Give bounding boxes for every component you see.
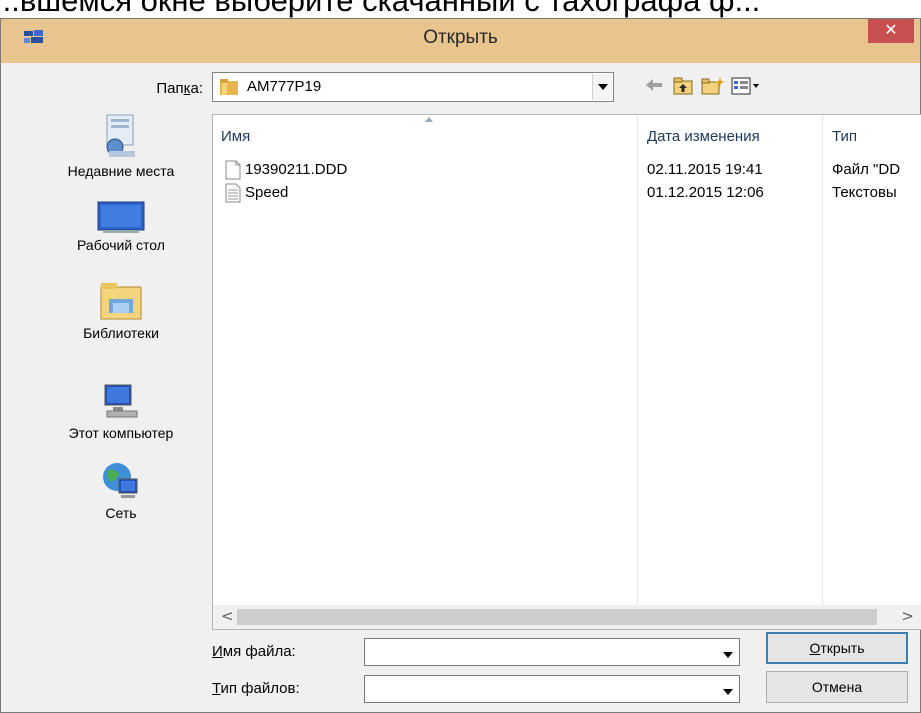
filename-label: Имя файла: (212, 643, 296, 660)
file-type: Текстовы (832, 184, 897, 201)
column-header-name[interactable]: Имя (221, 128, 250, 145)
file-list[interactable]: Имя Дата изменения Тип 19390211.DDD 02.1… (212, 114, 921, 630)
filename-combo[interactable] (364, 638, 740, 666)
scroll-right-button[interactable]: > (901, 607, 914, 625)
file-row[interactable]: 19390211.DDD 02.11.2015 19:41 Файл "DD (213, 159, 921, 181)
place-desktop[interactable]: Рабочий стол (41, 201, 201, 253)
folder-icon (220, 79, 238, 95)
folder-label: Папка: (156, 80, 203, 97)
place-computer[interactable]: Этот компьютер (41, 381, 201, 441)
open-file-dialog: Открыть ✕ Папка: AM777P19 Недавние места… (0, 18, 921, 713)
column-header-date[interactable]: Дата изменения (647, 128, 760, 145)
place-recent[interactable]: Недавние места (41, 111, 201, 179)
column-header-type[interactable]: Тип (832, 128, 857, 145)
page-caption: ...вшемся окне выберите скачанный с тахо… (0, 0, 761, 18)
view-menu-icon[interactable] (731, 77, 761, 95)
close-button[interactable]: ✕ (868, 19, 914, 43)
text-file-icon (225, 183, 241, 203)
blank-file-icon (225, 160, 241, 180)
places-bar: Недавние места Рабочий стол Библиотеки Э… (41, 111, 201, 531)
current-folder: AM777P19 (247, 78, 322, 95)
sort-up-icon (425, 117, 433, 122)
dialog-title: Открыть (423, 27, 498, 48)
desktop-icon (97, 201, 145, 233)
network-icon (103, 463, 138, 498)
file-type: Файл "DD (832, 161, 901, 178)
place-network[interactable]: Сеть (41, 461, 201, 521)
folder-dropdown[interactable]: AM777P19 (212, 72, 614, 102)
place-libraries[interactable]: Библиотеки (41, 281, 201, 341)
file-row[interactable]: Speed 01.12.2015 12:06 Текстовы (213, 182, 921, 204)
file-name: Speed (245, 184, 289, 201)
close-icon: ✕ (884, 20, 898, 39)
file-name: 19390211.DDD (245, 161, 348, 178)
libraries-icon (100, 283, 142, 320)
file-date: 02.11.2015 19:41 (647, 161, 763, 178)
chevron-down-icon[interactable] (718, 643, 738, 663)
chevron-down-icon[interactable] (718, 680, 738, 700)
recent-places-icon (106, 114, 135, 157)
filetype-label: Тип файлов: (212, 680, 300, 697)
back-arrow-icon[interactable] (645, 77, 663, 93)
computer-icon (104, 384, 138, 418)
scroll-left-button[interactable]: < (221, 607, 234, 625)
chevron-down-icon[interactable] (592, 74, 612, 100)
open-button[interactable]: Открыть (766, 632, 908, 664)
cancel-button[interactable]: Отмена (766, 671, 908, 703)
up-folder-icon[interactable] (673, 77, 693, 95)
scroll-thumb[interactable] (237, 609, 877, 625)
title-bar: Открыть ✕ (1, 19, 920, 63)
new-folder-icon[interactable] (701, 77, 725, 95)
file-date: 01.12.2015 12:06 (647, 184, 764, 201)
horizontal-scrollbar[interactable]: < > (213, 605, 921, 629)
filetype-combo[interactable] (364, 675, 740, 703)
